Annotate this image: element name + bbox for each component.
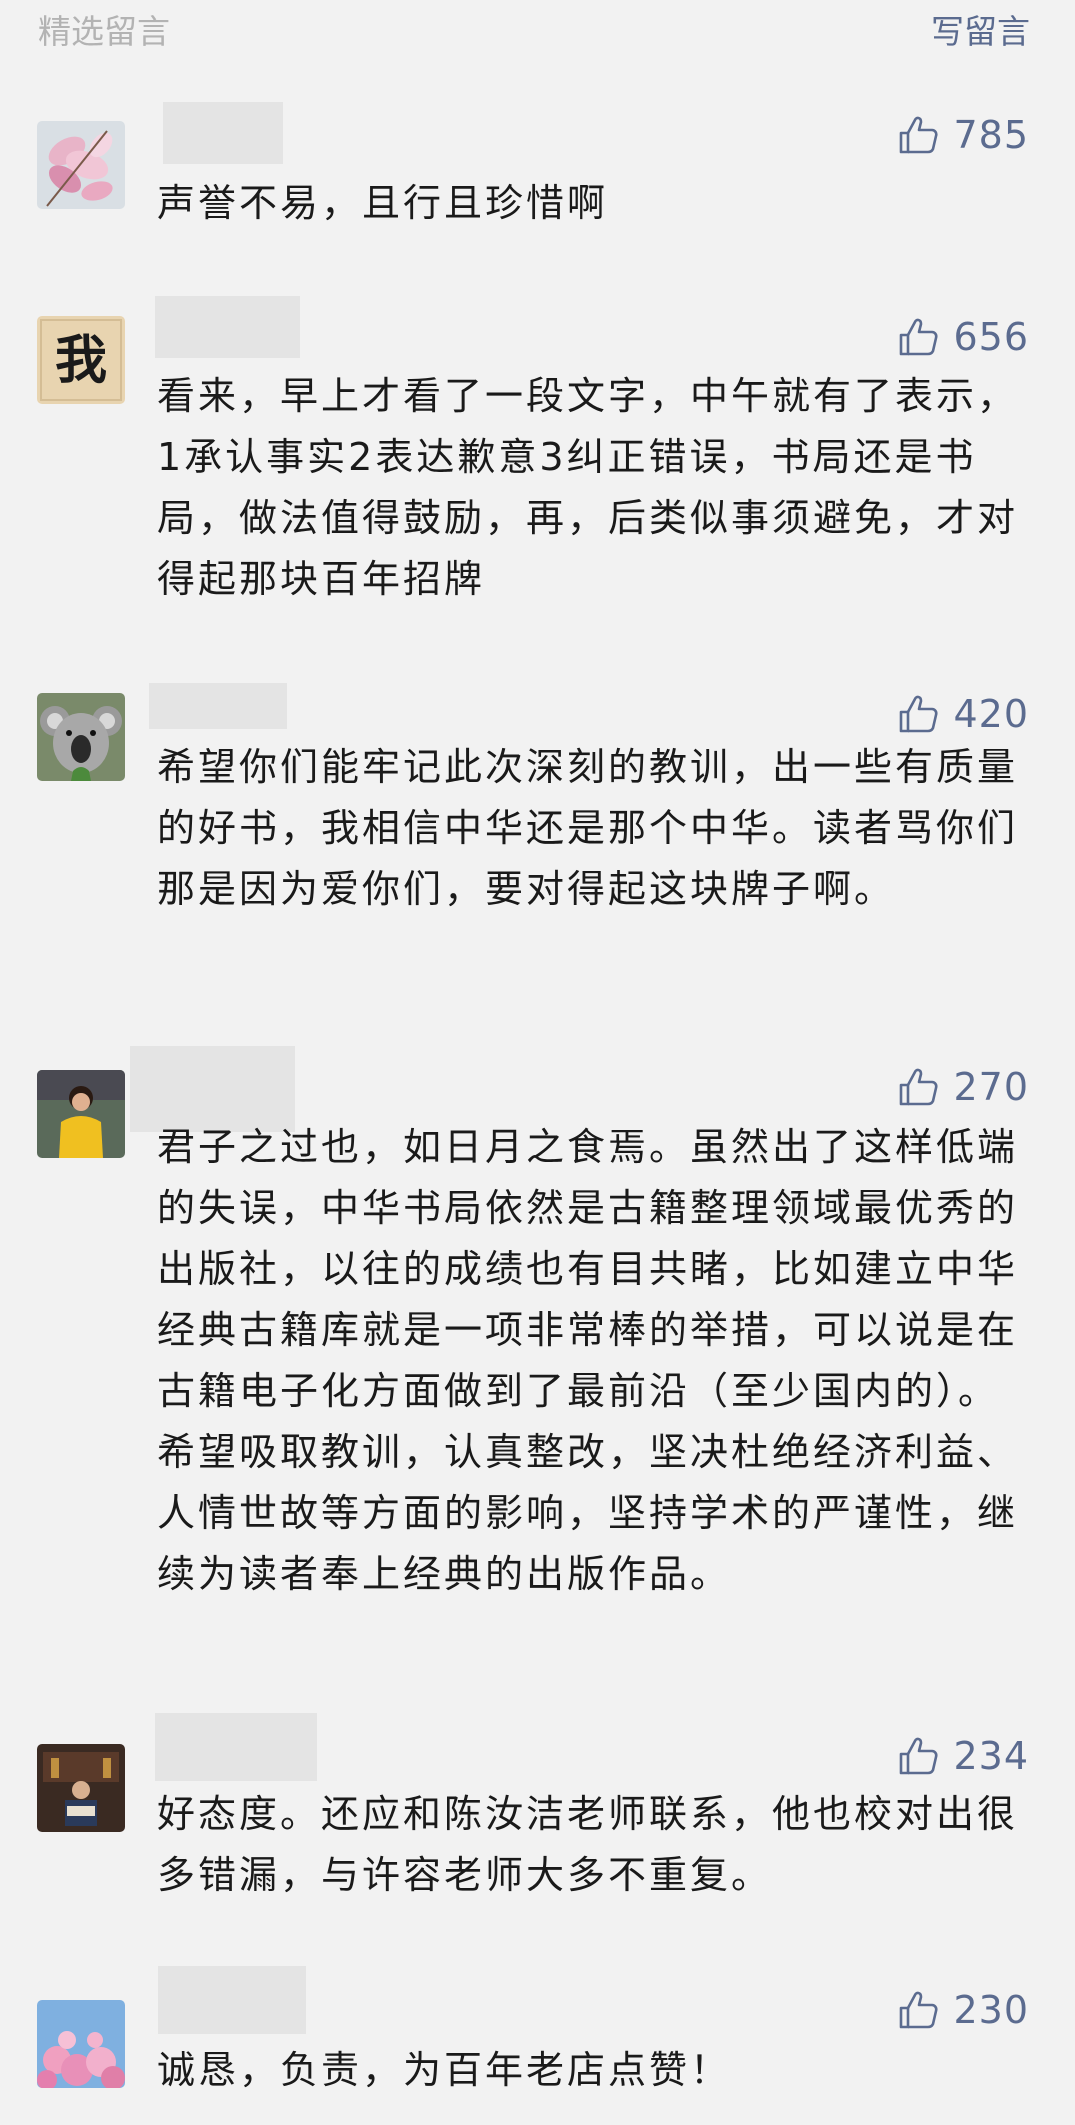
thumbs-up-icon [900,116,939,154]
calligraphy-avatar-icon: 我 [37,316,125,404]
redacted-username [163,102,283,164]
like-button[interactable]: 420 [897,689,1029,739]
redacted-username [149,683,287,729]
redacted-username [158,1966,306,2034]
like-count: 656 [953,315,1029,359]
avatar[interactable] [37,1070,125,1158]
thumbs-up-icon [900,1737,939,1775]
comment-text: 看来，早上才看了一段文字，中午就有了表示，1承认事实2表达歉意3纠正错误，书局还… [157,374,1019,601]
thumbs-up-icon [900,695,939,733]
comment-text: 君子之过也，如日月之食焉。虽然出了这样低端的失误，中华书局依然是古籍整理领域最优… [157,1125,1019,1596]
comment-item: 234 好态度。还应和陈汝洁老师联系，他也校对出很多错漏，与许容老师大多不重复。 [0,1713,1075,1913]
comment-text: 好态度。还应和陈汝洁老师联系，他也校对出很多错漏，与许容老师大多不重复。 [157,1792,1019,1897]
like-button[interactable]: 234 [897,1731,1029,1781]
redacted-username [155,1713,317,1781]
comments-header: 精选留言 写留言 [0,0,1075,60]
avatar[interactable] [37,693,125,781]
koala-avatar-icon [37,693,125,781]
like-count: 270 [953,1065,1029,1109]
featured-comments-title: 精选留言 [38,12,170,51]
reading-room-avatar-icon [37,1744,125,1832]
like-count: 230 [953,1988,1029,2032]
like-button[interactable]: 230 [897,1985,1029,2035]
like-button[interactable]: 270 [897,1062,1029,1112]
comment-text: 诚恳，负责，为百年老店点赞！ [157,2048,732,2092]
avatar[interactable] [37,2000,125,2088]
person-avatar-icon [37,1070,125,1158]
comment-text: 希望你们能牢记此次深刻的教训，出一些有质量的好书，我相信中华还是那个中华。读者骂… [157,745,1019,911]
like-count: 785 [953,113,1029,157]
comment-item: 785 声誉不易，且行且珍惜啊 [0,102,1075,230]
redacted-username [155,296,300,358]
like-count: 420 [953,692,1029,736]
write-comment-button[interactable]: 写留言 [931,10,1030,54]
like-count: 234 [953,1734,1029,1778]
thumbs-up-icon [900,1991,939,2029]
comment-item: 420 希望你们能牢记此次深刻的教训，出一些有质量的好书，我相信中华还是那个中华… [0,683,1075,983]
thumbs-up-icon [900,1068,939,1106]
avatar[interactable] [37,121,125,209]
comment-item: 270 君子之过也，如日月之食焉。虽然出了这样低端的失误，中华书局依然是古籍整理… [0,1046,1075,1666]
magnolia-avatar-icon [37,121,125,209]
cherry-blossom-avatar-icon [37,2000,125,2088]
comment-text: 声誉不易，且行且珍惜啊 [157,181,609,225]
thumbs-up-icon [900,318,939,356]
avatar[interactable] [37,1744,125,1832]
like-button[interactable]: 656 [897,312,1029,362]
like-button[interactable]: 785 [897,110,1029,160]
svg-text:我: 我 [55,330,107,391]
avatar[interactable]: 我 [37,316,125,404]
comment-item: 我 656 看来，早上才看了一段文字，中午就有了表示，1承认事实2表达歉意3纠正… [0,296,1075,620]
comment-item: 230 诚恳，负责，为百年老店点赞！ [0,1966,1075,2116]
